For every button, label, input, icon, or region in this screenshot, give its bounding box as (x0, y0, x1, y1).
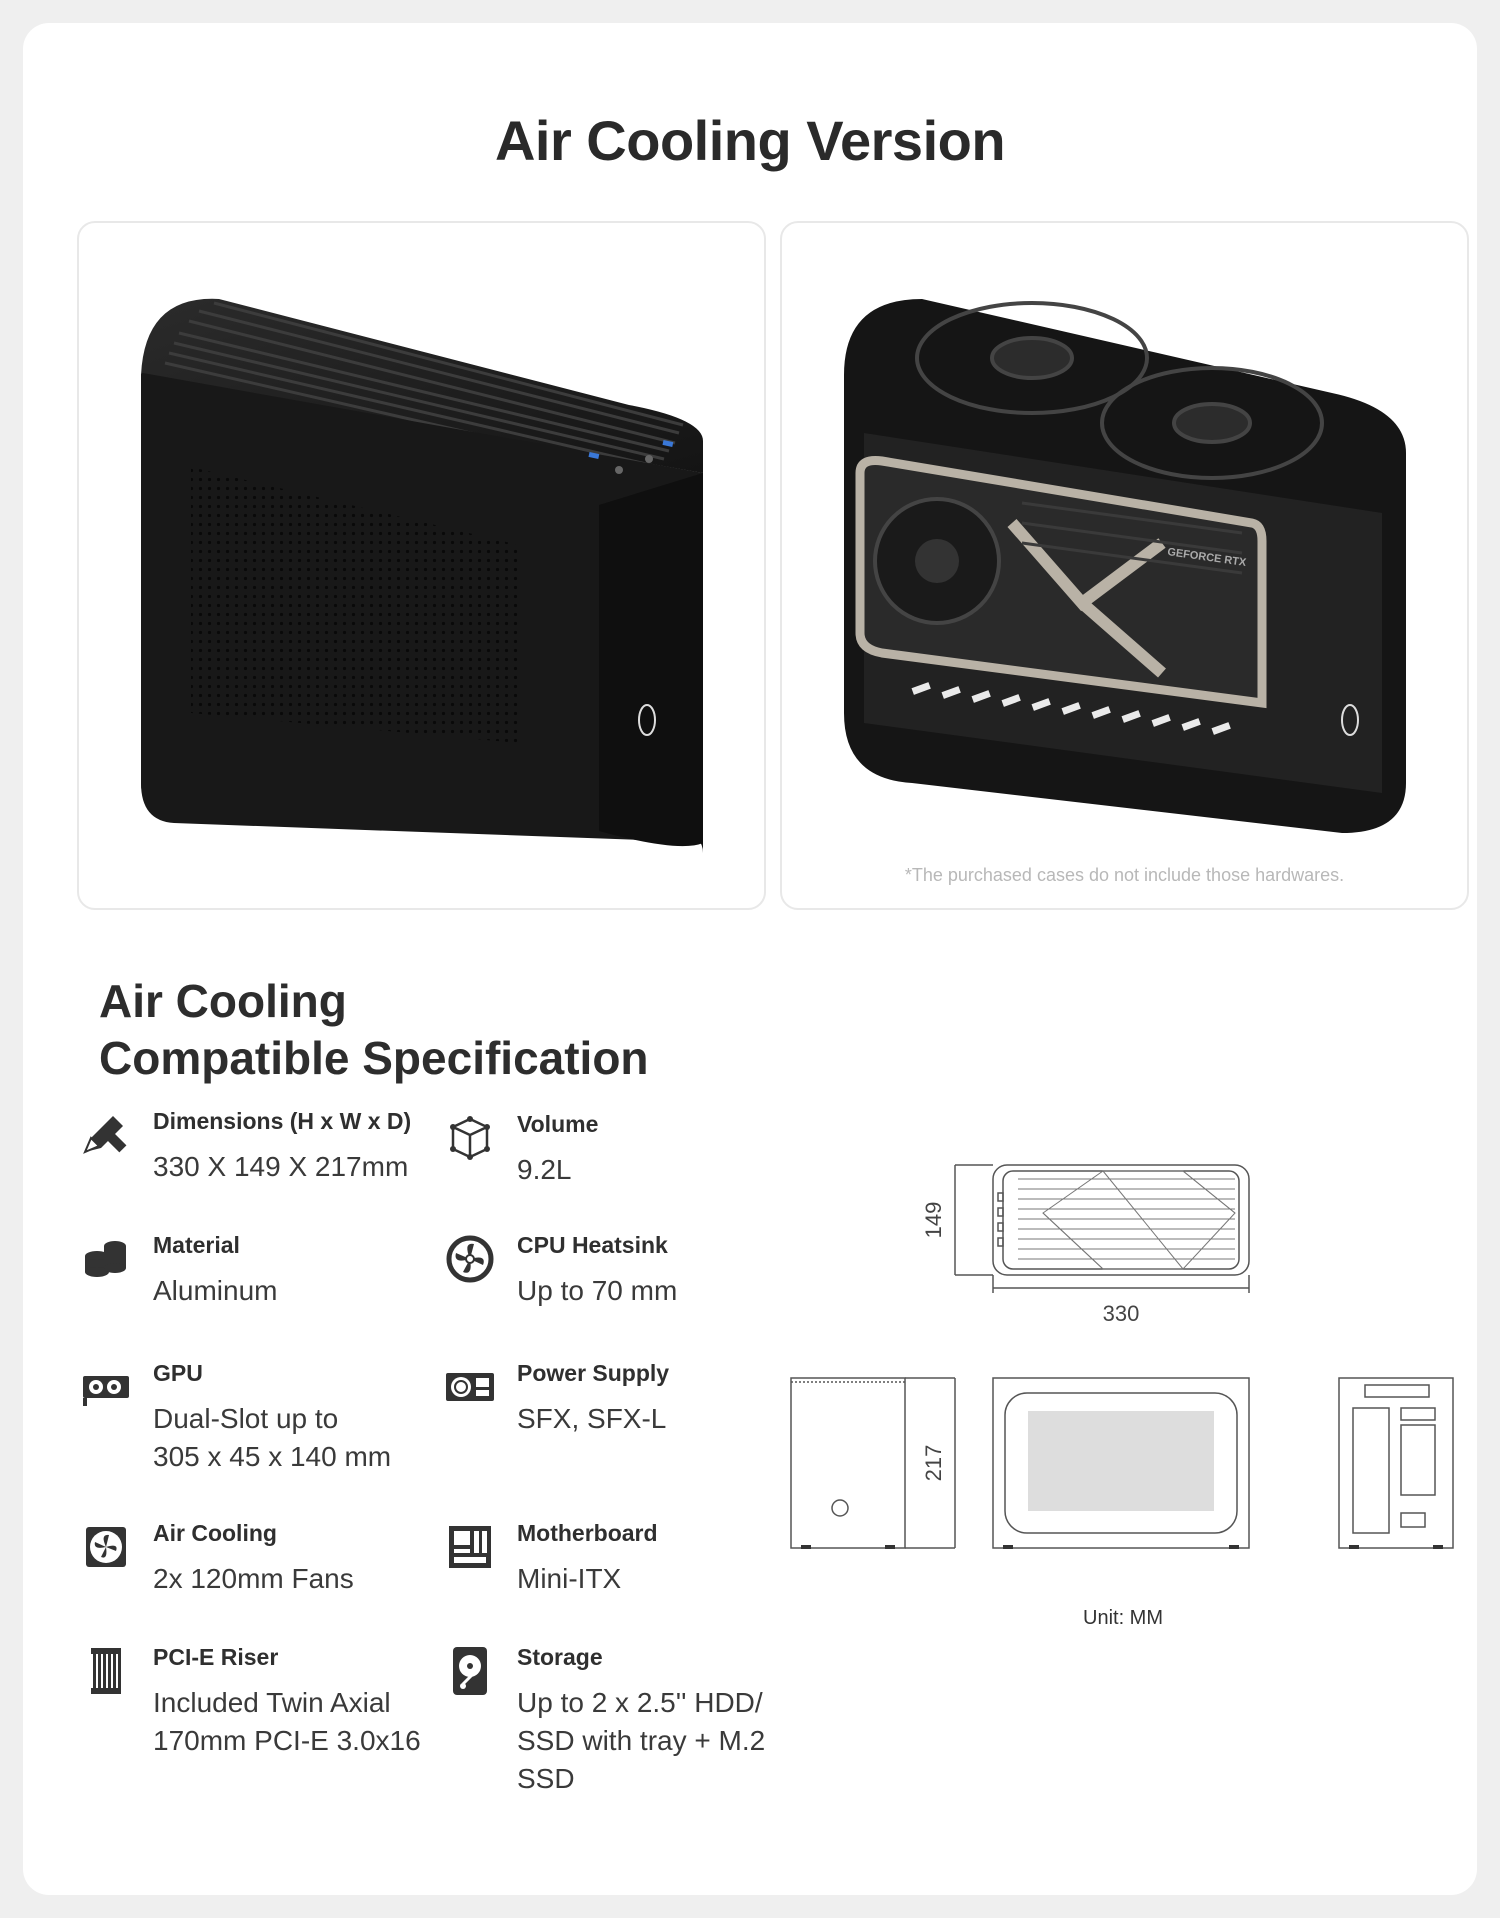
spec-heading: Air Cooling Compatible Specification (99, 973, 649, 1087)
dim-width-label: 330 (1103, 1301, 1140, 1326)
case-open-photo: GEFORCE RTX *The purchased cases do not … (780, 221, 1469, 910)
page-title: Air Cooling Version (494, 109, 1006, 172)
motherboard-icon (443, 1520, 497, 1574)
riser-cable-icon (79, 1644, 133, 1698)
disclaimer-text: *The purchased cases do not include thos… (904, 865, 1345, 885)
product-card: Air Cooling Version GEFORCE RTX *The pur… (23, 23, 1477, 1895)
pencil-ruler-icon (79, 1108, 133, 1162)
spec-heading-line1: Air Cooling (99, 975, 347, 1027)
fan-icon (443, 1232, 497, 1286)
fan-square-icon (79, 1520, 133, 1574)
power-supply-icon (443, 1360, 497, 1414)
spec-heading-line2: Compatible Specification (99, 1032, 649, 1084)
cube-icon (443, 1111, 497, 1165)
dim-height-label: 217 (921, 1445, 946, 1482)
dimension-drawing: 330 149 217 (783, 1153, 1463, 1653)
graphics-card-icon (79, 1360, 133, 1414)
coin-stack-icon (79, 1232, 133, 1286)
case-closed-photo (77, 221, 766, 910)
dim-depth-label: 149 (921, 1202, 946, 1239)
hard-drive-icon (443, 1644, 497, 1698)
unit-label: Unit: MM (1083, 1607, 1163, 1629)
